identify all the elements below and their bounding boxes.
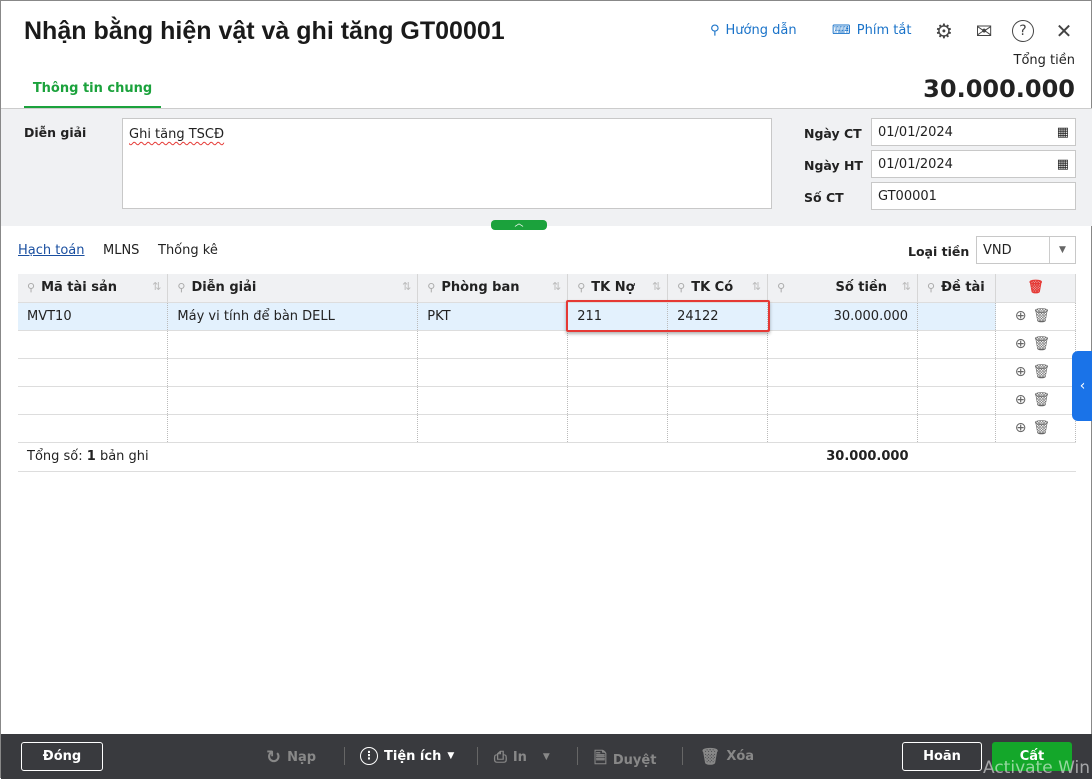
date-ct-value: 01/01/2024 [878, 124, 953, 140]
guide-link[interactable]: ⚲ Hướng dẫn [710, 23, 797, 38]
reload-button[interactable]: ↻ Nạp [266, 747, 316, 768]
delete-all-icon[interactable]: 🗑 [995, 274, 1076, 303]
document-icon: 🗎 [594, 748, 607, 767]
currency-label: Loại tiền [908, 244, 970, 259]
chevron-down-icon: ▼ [1049, 237, 1075, 263]
row-actions[interactable]: ⊕🗑 [995, 330, 1076, 359]
currency-select[interactable]: VND ▼ [976, 236, 1076, 264]
total-row: Tổng số: 1 bản ghi 30.000.000 [18, 442, 1076, 472]
col-project[interactable]: ⚲ Đề tài [917, 274, 996, 303]
voucher-no-input[interactable]: GT00001 [871, 182, 1076, 210]
row-actions[interactable]: ⊕🗑 [995, 302, 1076, 331]
subtab-statistics[interactable]: Thống kê [158, 243, 218, 258]
row-actions[interactable]: ⊕🗑 [995, 386, 1076, 415]
approve-button[interactable]: 🗎 Duyệt [594, 747, 656, 774]
description-input[interactable]: Ghi tăng TSCĐ [122, 118, 772, 209]
guide-label: Hướng dẫn [725, 23, 797, 38]
subtab-mlns[interactable]: MLNS [103, 243, 139, 258]
row-actions[interactable]: ⊕🗑 [995, 358, 1076, 387]
row-actions[interactable]: ⊕🗑 [995, 414, 1076, 443]
tab-general-info[interactable]: Thông tin chung [24, 73, 161, 109]
table-row[interactable]: ⊕🗑 [18, 414, 1076, 443]
table-row[interactable]: MVT10 Máy vi tính để bàn DELL PKT 211 24… [18, 302, 1076, 331]
col-asset-code[interactable]: ⚲ Mã tài sản ⇅ [18, 274, 169, 303]
close-icon[interactable]: ✕ [1052, 19, 1076, 43]
total-amount: 30.000.000 [767, 442, 918, 472]
cell-amount[interactable]: 30.000.000 [767, 302, 919, 331]
record-count: Tổng số: 1 bản ghi [18, 442, 768, 472]
divider [577, 747, 578, 765]
total-value: 30.000.000 [923, 75, 1075, 103]
total-label: Tổng tiền [1013, 53, 1075, 68]
chevron-down-icon: ▼ [542, 752, 550, 762]
keyboard-icon: ⌨ [832, 23, 851, 38]
gear-icon[interactable]: ⚙ [932, 19, 956, 43]
col-amount[interactable]: ⚲ Số tiền ⇅ [767, 274, 919, 303]
date-ht-label: Ngày HT [804, 158, 863, 173]
printer-icon: ⎙ [494, 747, 507, 766]
cancel-button[interactable]: Hoãn [902, 742, 982, 771]
page-title: Nhận bằng hiện vật và ghi tăng GT00001 [24, 17, 505, 45]
divider [682, 747, 683, 765]
close-button[interactable]: Đóng [21, 742, 103, 771]
cell-asset-code[interactable]: MVT10 [18, 302, 169, 331]
description-label: Diễn giải [24, 125, 87, 140]
divider [344, 747, 345, 765]
voucher-no-label: Số CT [804, 190, 844, 205]
currency-value: VND [983, 242, 1012, 258]
chevron-down-icon: ▼ [447, 751, 455, 761]
highlight-box [566, 300, 770, 332]
mail-icon[interactable]: ✉ [972, 19, 996, 43]
calendar-icon[interactable]: ▦ [1057, 125, 1069, 140]
collapse-panel-button[interactable]: ︿ [491, 220, 547, 230]
print-button[interactable]: ⎙ In ▼ [494, 747, 550, 767]
divider [477, 747, 478, 765]
side-panel-toggle[interactable]: ‹ [1072, 351, 1092, 421]
date-ht-value: 01/01/2024 [878, 156, 953, 172]
col-debit-account[interactable]: ⚲ TK Nợ ⇅ [567, 274, 669, 303]
subtab-accounting[interactable]: Hạch toán [18, 243, 85, 258]
shortcuts-link[interactable]: ⌨ Phím tắt [832, 23, 911, 38]
table-row[interactable]: ⊕🗑 [18, 330, 1076, 359]
date-ct-input[interactable]: 01/01/2024 ▦ [871, 118, 1076, 146]
description-value: Ghi tăng TSCĐ [129, 127, 225, 142]
shortcuts-label: Phím tắt [856, 23, 912, 38]
accounting-grid: ⚲ Mã tài sản ⇅ ⚲ Diễn giải ⇅ ⚲ Phòng ban ⇅ ⚲ TK… [18, 274, 1076, 472]
voucher-no-value: GT00001 [878, 188, 937, 204]
cell-description[interactable]: Máy vi tính để bàn DELL [167, 302, 419, 331]
col-description[interactable]: ⚲ Diễn giải ⇅ [167, 274, 419, 303]
utilities-button[interactable]: ⋮ Tiện ích ▼ [360, 747, 454, 765]
table-row[interactable]: ⊕🗑 [18, 358, 1076, 387]
delete-button[interactable]: 🗑 Xóa [700, 747, 754, 766]
col-department[interactable]: ⚲ Phòng ban ⇅ [417, 274, 569, 303]
table-row[interactable]: ⊕🗑 [18, 386, 1076, 415]
cell-project[interactable] [917, 302, 996, 331]
date-ct-label: Ngày CT [804, 126, 862, 141]
activation-watermark: Activate Win [983, 758, 1091, 778]
reload-icon: ↻ [266, 747, 282, 768]
info-icon: ⋮ [360, 747, 378, 765]
cell-department[interactable]: PKT [417, 302, 569, 331]
trash-icon: 🗑 [700, 747, 721, 766]
date-ht-input[interactable]: 01/01/2024 ▦ [871, 150, 1076, 178]
calendar-icon[interactable]: ▦ [1057, 157, 1069, 172]
grid-header: ⚲ Mã tài sản ⇅ ⚲ Diễn giải ⇅ ⚲ Phòng ban ⇅ ⚲ TK… [18, 274, 1076, 303]
guide-icon: ⚲ [710, 23, 720, 38]
col-credit-account[interactable]: ⚲ TK Có ⇅ [667, 274, 769, 303]
help-icon[interactable]: ? [1012, 20, 1034, 42]
